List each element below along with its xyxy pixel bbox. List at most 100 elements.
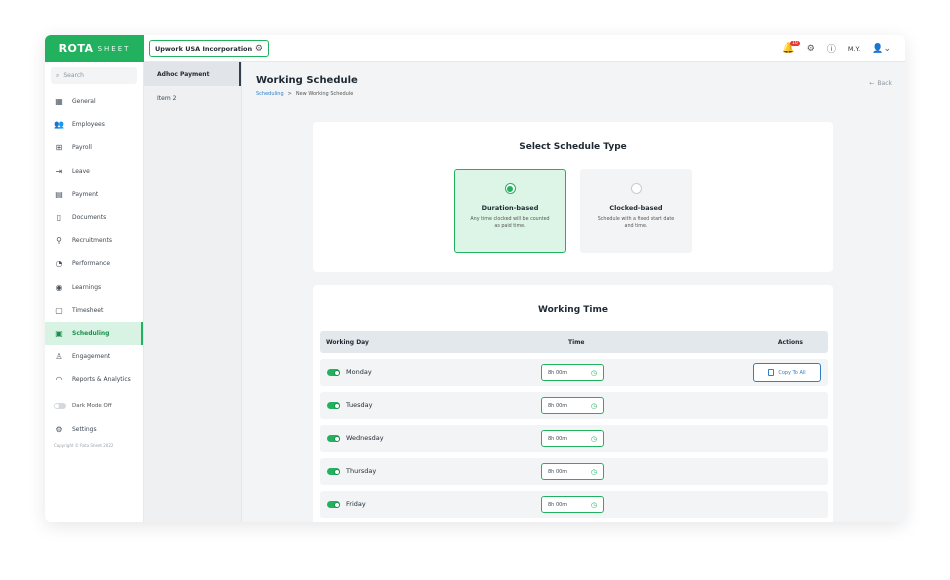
dark-mode-toggle[interactable]: Dark Mode Off <box>45 395 143 417</box>
sidebar-item-label: Reports & Analytics <box>72 376 131 384</box>
brand-suffix: SHEET <box>97 44 131 53</box>
sidebar-item-performance[interactable]: ◔ Performance <box>45 252 143 275</box>
badge-icon: ◉ <box>55 282 63 292</box>
option-title: Clocked-based <box>609 204 663 212</box>
clock-icon[interactable]: ◷ <box>591 501 597 509</box>
day-label: Wednesday <box>346 434 384 442</box>
sidebar-item-settings[interactable]: ⚙ Settings <box>45 417 143 440</box>
settings-icon[interactable]: ⚙ <box>807 44 815 54</box>
time-value: 8h 00m <box>548 435 568 442</box>
search-input[interactable]: ⌕ Search <box>51 67 137 84</box>
breadcrumb-separator: > <box>287 91 292 97</box>
document-icon: ▯ <box>56 213 62 223</box>
schedule-type-title: Select Schedule Type <box>519 142 627 152</box>
time-value: 8h 00m <box>548 501 568 508</box>
sidebar-item-label: Learnings <box>72 283 102 291</box>
submenu-item-adhoc-payment[interactable]: Adhoc Payment <box>144 62 241 86</box>
app-window: ROTA SHEET Upwork USA Incorporation ⚙ 🔔 1… <box>45 35 905 522</box>
search-icon: ⌕ <box>56 71 60 79</box>
time-input[interactable]: 8h 00m ◷ <box>541 397 604 414</box>
sidebar-item-recruitments[interactable]: ⚲ Recruitments <box>45 229 143 252</box>
day-toggle[interactable] <box>327 402 340 409</box>
time-value: 8h 00m <box>548 402 568 409</box>
dark-mode-switch[interactable] <box>54 403 66 410</box>
table-header: Working Day Time Actions <box>320 331 828 353</box>
brand-name: ROTA <box>58 42 94 55</box>
sidebar-item-label: Recruitments <box>72 237 112 245</box>
clock-icon[interactable]: ◷ <box>591 402 597 410</box>
copy-to-all-button[interactable]: Copy To All <box>753 363 821 382</box>
radio-selected[interactable] <box>504 183 516 194</box>
sidebar-item-engagement[interactable]: ♙ Engagement <box>45 345 143 368</box>
clock-icon[interactable]: ◷ <box>591 369 597 377</box>
table-row: Friday 8h 00m ◷ <box>320 491 828 518</box>
day-toggle[interactable] <box>327 501 340 508</box>
grid-icon: ▦ <box>55 97 63 107</box>
help-icon[interactable]: ⓘ <box>827 42 836 55</box>
time-input[interactable]: 8h 00m ◷ <box>541 430 604 447</box>
sidebar-item-scheduling[interactable]: ▣ Scheduling <box>45 321 143 346</box>
sidebar-item-documents[interactable]: ▯ Documents <box>45 206 143 229</box>
schedule-type-card: Select Schedule Type Duration-based Any … <box>313 122 833 272</box>
calendar-clock-icon: ▣ <box>55 328 63 338</box>
arrow-left-icon: ← <box>869 80 875 87</box>
day-toggle[interactable] <box>327 468 340 475</box>
users-icon: 👥 <box>54 120 64 130</box>
sidebar-item-label: Payment <box>72 190 99 198</box>
sidebar-item-general[interactable]: ▦ General <box>45 90 143 113</box>
time-input[interactable]: 8h 00m ◷ <box>541 364 604 381</box>
copyright-text: Copyright © Rota Sheet 2022 <box>54 442 114 448</box>
table-row: Monday 8h 00m ◷ Copy To All <box>320 359 828 386</box>
sidebar-item-employees[interactable]: 👥 Employees <box>45 113 143 136</box>
payment-icon: ▤ <box>55 189 63 199</box>
option-duration-based[interactable]: Duration-based Any time clocked will be … <box>454 169 566 253</box>
day-label: Tuesday <box>346 401 373 409</box>
table-row: Thursday 8h 00m ◷ <box>320 458 828 485</box>
radio-unselected[interactable] <box>630 183 642 194</box>
exit-icon: ⇥ <box>55 166 63 176</box>
clock-icon[interactable]: ◷ <box>591 435 597 443</box>
time-input[interactable]: 8h 00m ◷ <box>541 463 604 480</box>
sidebar-item-payroll[interactable]: ⊞ Payroll <box>45 136 143 159</box>
gear-icon[interactable]: ⚙ <box>255 44 263 54</box>
sidebar-item-timesheet[interactable]: ▢ Timesheet <box>45 299 143 322</box>
column-header-day: Working Day <box>326 338 369 346</box>
company-selector[interactable]: Upwork USA Incorporation ⚙ <box>149 40 269 57</box>
user-avatar-icon[interactable]: 👤⌄ <box>872 44 891 54</box>
search-person-icon: ⚲ <box>56 236 62 246</box>
sidebar-item-leave[interactable]: ⇥ Leave <box>45 160 143 183</box>
search-placeholder: Search <box>63 72 84 79</box>
submenu-item-2[interactable]: Item 2 <box>144 86 241 110</box>
table-row: Tuesday 8h 00m ◷ <box>320 392 828 419</box>
column-header-time: Time <box>568 338 585 346</box>
company-name: Upwork USA Incorporation <box>155 44 253 53</box>
notification-bell-icon[interactable]: 🔔 10 <box>782 41 800 54</box>
sidebar-item-label: General <box>72 98 96 106</box>
sidebar-item-reports[interactable]: ◠ Reports & Analytics <box>45 368 143 391</box>
day-toggle[interactable] <box>327 435 340 442</box>
breadcrumb-link-scheduling[interactable]: Scheduling <box>256 91 284 97</box>
working-time-card: Working Time Working Day Time Actions Mo… <box>313 285 833 522</box>
time-value: 8h 00m <box>548 369 568 376</box>
option-title: Duration-based <box>481 204 539 212</box>
sidebar-item-label: Timesheet <box>72 306 104 314</box>
back-button[interactable]: ← Back <box>869 80 892 87</box>
sidebar-item-learnings[interactable]: ◉ Learnings <box>45 276 143 299</box>
brand-logo[interactable]: ROTA SHEET <box>45 35 144 62</box>
time-input[interactable]: 8h 00m ◷ <box>541 496 604 513</box>
day-label: Monday <box>346 368 372 376</box>
option-description: Any time clocked will be counted as paid… <box>470 217 550 230</box>
dark-mode-label: Dark Mode Off <box>72 403 112 410</box>
chart-icon: ◠ <box>55 375 63 385</box>
day-label: Thursday <box>346 467 377 475</box>
sidebar-item-label: Employees <box>72 121 105 129</box>
option-clocked-based[interactable]: Clocked-based Schedule with a fixed star… <box>580 169 692 253</box>
radio-dot <box>507 185 513 192</box>
day-toggle[interactable] <box>327 369 340 376</box>
sidebar-item-payment[interactable]: ▤ Payment <box>45 183 143 206</box>
gauge-icon: ◔ <box>55 259 63 269</box>
page-title: Working Schedule <box>256 75 358 86</box>
sidebar-item-label: Scheduling <box>72 329 110 337</box>
clock-icon[interactable]: ◷ <box>591 468 597 476</box>
notification-badge: 10 <box>790 41 800 46</box>
